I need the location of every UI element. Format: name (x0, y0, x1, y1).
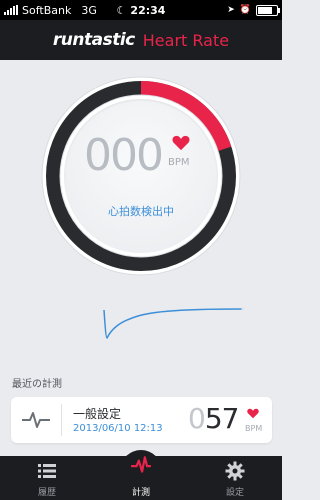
pulse-waveform (103, 307, 245, 339)
gear-icon (225, 461, 245, 481)
bpm-leading-digit: 0 (188, 402, 206, 435)
status-right: ➤ ⏰ (227, 0, 280, 20)
list-icon (38, 464, 56, 478)
status-bar: SoftBank 3G ☾ 22:34 ➤ ⏰ (0, 0, 282, 20)
recent-section-title: 最近の計測 (12, 379, 62, 390)
tab-history-label: 履歴 (37, 488, 56, 498)
tab-bar: 履歴 計測 設定 (0, 456, 282, 500)
location-icon: ➤ (227, 5, 235, 15)
bpm-main-digits: 57 (204, 402, 240, 435)
pulse-icon (131, 456, 151, 473)
measuring-status: 心拍数検出中 (108, 205, 174, 218)
battery-icon (256, 4, 280, 16)
brand-logo: runtastic (52, 30, 135, 50)
clock-label: 22:34 (130, 3, 166, 17)
app-header: runtastic Heart Rate (0, 20, 282, 60)
tab-measure[interactable]: 計測 (94, 456, 188, 500)
heart-icon (172, 135, 190, 151)
measurement-unit: BPM (245, 424, 263, 433)
measurement-datetime: 2013/06/10 12:13 (73, 423, 163, 434)
pulse-icon (22, 412, 50, 428)
tab-settings[interactable]: 設定 (188, 456, 282, 500)
heart-icon (247, 408, 259, 419)
alarm-icon: ⏰ (239, 5, 251, 15)
measurement-bpm: 057 (188, 402, 240, 435)
heart-rate-gauge: 000 BPM 心拍数検出中 (40, 75, 242, 277)
tab-history[interactable]: 履歴 (0, 456, 94, 500)
recent-measurement-card[interactable]: 一般設定 2013/06/10 12:13 057 BPM (11, 397, 272, 443)
bpm-readout: 000 (84, 130, 164, 181)
bpm-unit: BPM (168, 157, 190, 168)
measurement-title: 一般設定 (73, 407, 122, 421)
moon-icon: ☾ (116, 3, 127, 17)
card-divider (61, 404, 62, 436)
tab-settings-label: 設定 (225, 488, 244, 498)
app-title: Heart Rate (142, 30, 230, 50)
battery-level (258, 6, 272, 14)
tab-measure-label: 計測 (131, 488, 150, 498)
